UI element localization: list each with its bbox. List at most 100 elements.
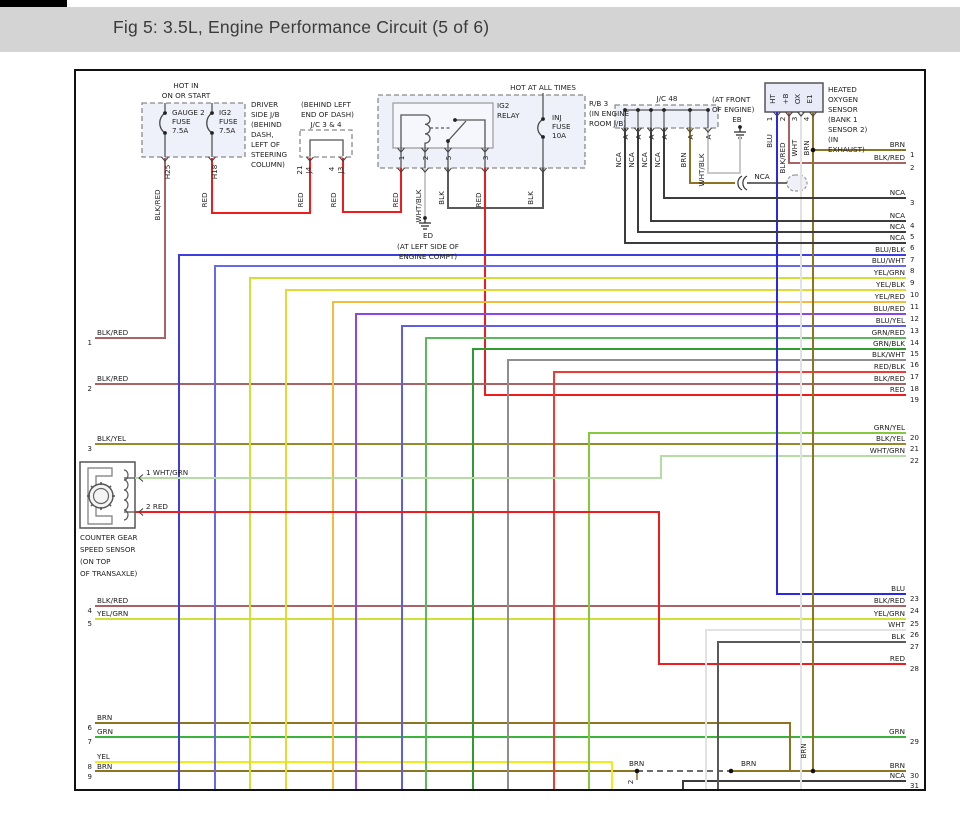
diagram-label: 1 — [397, 156, 406, 161]
diagram-label: (IN — [828, 135, 838, 144]
right-pin-wire-label: BLK/WHT — [872, 350, 906, 359]
jc-3-4-box — [300, 130, 352, 157]
diagram-label: HOT AT ALL TIMES — [510, 83, 576, 92]
right-pin-number: 16 — [910, 361, 919, 369]
right-pin-number: 27 — [910, 643, 919, 651]
right-pin-number: 3 — [910, 199, 914, 207]
diagram-label: SPEED SENSOR — [80, 545, 136, 554]
diagram-label: OXYGEN — [828, 95, 858, 104]
diagram-label: EB — [732, 115, 742, 124]
right-pin-number: 28 — [910, 665, 919, 673]
diagram-label: 2 — [626, 780, 635, 785]
diagram-label: 7.5A — [172, 126, 188, 135]
diagram-label: (ON TOP — [80, 557, 111, 566]
terminal-dot — [541, 135, 545, 139]
right-pin-number: 8 — [910, 267, 914, 275]
diagram-label: BLU — [765, 134, 774, 148]
right-pin-number: 19 — [910, 396, 919, 404]
diagram-label: WHT — [790, 139, 799, 157]
terminal-dot — [210, 131, 214, 135]
diagram-label: END OF DASH) — [301, 110, 354, 119]
diagram-label: A — [647, 134, 656, 139]
terminal-dot — [636, 108, 640, 112]
diagram-label: FUSE — [552, 122, 571, 131]
right-pin-wire-label: BLU/RED — [874, 304, 906, 313]
right-pin-wire-label: YEL/RED — [874, 292, 906, 301]
diagram-label: NCA — [614, 152, 623, 167]
right-pin-wire-label: BLK — [891, 632, 905, 641]
right-pin-wire-label: NCA — [890, 771, 905, 780]
right-pin-wire-label: RED/BLK — [874, 362, 905, 371]
diagram-label: NCA — [627, 152, 636, 167]
right-pin-wire-label: GRN/RED — [872, 328, 906, 337]
left-pin-wire-label: GRN — [97, 727, 113, 736]
diagram-label: ENGINE COMPT) — [399, 252, 457, 261]
diagram-label: STEERING — [251, 150, 287, 159]
diagram-label: HT — [768, 93, 777, 103]
terminal-dot — [163, 111, 167, 115]
right-pin-wire-label: BLK/RED — [874, 153, 906, 162]
left-pin-wire-label: BLK/RED — [97, 596, 129, 605]
diagram-label: 3 — [790, 117, 799, 122]
jc-48-box — [615, 105, 718, 128]
diagram-label: 3 — [481, 156, 490, 161]
terminal-dot — [649, 108, 653, 112]
left-pin-number: 4 — [88, 607, 93, 615]
left-pin-number: 8 — [88, 763, 92, 771]
diagram-label: 1 — [765, 117, 774, 122]
right-pin-wire-label: NCA — [890, 211, 905, 220]
diagram-label: ROOM J/B) — [589, 119, 626, 128]
terminal-dot — [210, 111, 214, 115]
left-pin-wire-label: BRN — [97, 762, 112, 771]
diagram-label: OF TRANSAXLE) — [80, 569, 138, 578]
diagram-label: LEFT OF — [251, 140, 280, 149]
diagram-label: 2 RED — [146, 502, 168, 511]
wire-junction-dot — [729, 769, 734, 774]
right-pin-number: 30 — [910, 772, 919, 780]
diagram-label: H18 — [210, 164, 219, 179]
terminal-dot — [446, 139, 450, 143]
diagram-label: 4 — [327, 166, 336, 171]
right-pin-number: 2 — [910, 164, 914, 172]
right-pin-number: 18 — [910, 385, 919, 393]
diagram-label: E1 — [805, 94, 814, 103]
diagram-label: IG2 — [497, 101, 509, 110]
left-pin-number: 1 — [88, 339, 92, 347]
right-pin-number: 21 — [910, 445, 919, 453]
right-pin-number: 9 — [910, 279, 914, 287]
diagram-label: NCA — [754, 172, 769, 181]
diagram-label: (IN ENGINE — [589, 109, 630, 118]
right-pin-number: 24 — [910, 607, 919, 615]
right-pin-number: 23 — [910, 595, 919, 603]
diagram-label: 21 — [295, 165, 304, 174]
terminal-dot — [163, 131, 167, 135]
diagram-label: 10A — [552, 131, 566, 140]
diagram-label: BRN — [741, 759, 756, 768]
terminal-dot — [688, 108, 692, 112]
diagram-label: BRN — [802, 140, 811, 155]
right-pin-number: 10 — [910, 291, 919, 299]
wire-junction-dot — [635, 769, 640, 774]
right-pin-wire-label: BLK/RED — [874, 374, 906, 383]
left-pin-wire-label: BLK/RED — [97, 374, 129, 383]
diagram-label: (AT LEFT SIDE OF — [397, 242, 459, 251]
wire-junction-dot — [811, 148, 816, 153]
diagram-label: A — [634, 134, 643, 139]
diagram-label: 7.5A — [219, 126, 235, 135]
terminal-dot — [738, 125, 742, 129]
diagram-label: HOT IN — [173, 81, 198, 90]
diagram-label: J/C 3 & 4 — [309, 120, 342, 129]
nca-connector-oval — [787, 175, 807, 191]
left-pin-number: 3 — [88, 445, 92, 453]
diagram-label: 4 — [802, 116, 811, 121]
diagram-label: A — [621, 134, 630, 139]
diagram-label: OX — [793, 94, 802, 104]
diagram-label: WHT/BLK — [414, 189, 423, 222]
diagram-label: HEATED — [828, 85, 857, 94]
right-pin-number: 1 — [910, 151, 914, 159]
diagram-label: A — [686, 134, 695, 139]
diagram-label: (BEHIND — [251, 120, 282, 129]
diagram-label: SENSOR 2) — [828, 125, 868, 134]
left-pin-number: 2 — [88, 385, 92, 393]
terminal-dot — [706, 108, 710, 112]
